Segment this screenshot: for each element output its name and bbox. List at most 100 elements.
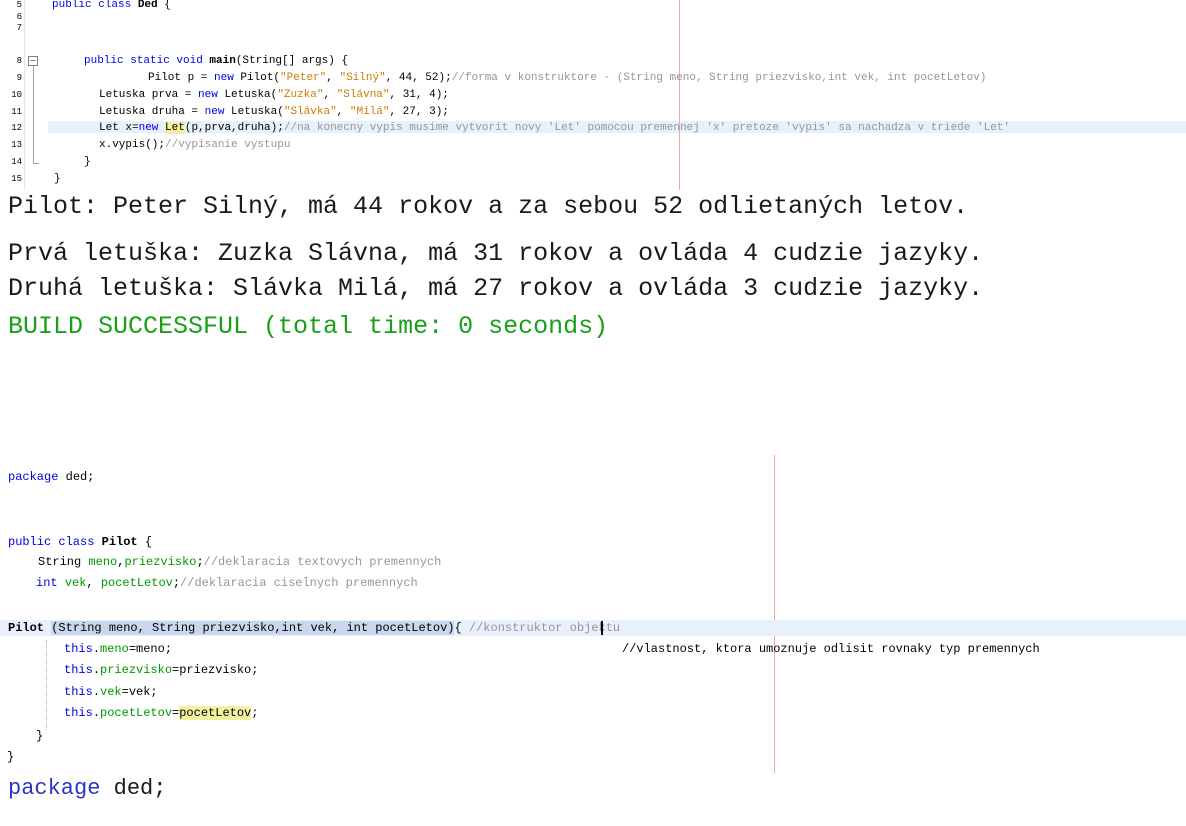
code-line-class-decl[interactable]: public class Pilot { xyxy=(8,535,152,549)
code-line-11[interactable]: Letuska druha = new Letuska("Slávka", "M… xyxy=(99,107,449,118)
selected-signature: (String meno, String priezvisko,int vek,… xyxy=(51,621,455,635)
line-number: 11 xyxy=(11,107,22,117)
line-number: 13 xyxy=(11,140,22,150)
code-text: Pilot( xyxy=(233,72,281,84)
output-line-stewardess-1: Prvá letuška: Zuzka Slávna, má 31 rokov … xyxy=(8,239,984,268)
code-line-constructor[interactable]: Pilot (String meno, String priezvisko,in… xyxy=(8,621,620,635)
field-name: priezvisko xyxy=(100,663,173,677)
code-text: , 31, 4); xyxy=(389,89,449,101)
keyword: new xyxy=(204,106,225,118)
code-line-package[interactable]: package ded; xyxy=(8,470,94,484)
code-text: ded; xyxy=(58,470,95,484)
fold-range-end xyxy=(33,163,39,164)
code-text: String xyxy=(38,555,89,569)
code-line-14[interactable]: } xyxy=(84,157,91,168)
keyword: int xyxy=(36,576,58,590)
text-caret xyxy=(601,621,603,635)
code-line-int-fields[interactable]: int vek, pocetLetov;//deklaracia ciselny… xyxy=(36,576,418,590)
code-text: , xyxy=(336,106,350,118)
line-number: 5 xyxy=(16,0,22,10)
line-number: 15 xyxy=(11,174,22,184)
code-line-8[interactable]: public static void main(String[] args) { xyxy=(84,56,348,67)
code-text: ; xyxy=(172,576,181,590)
code-comment: //forma v konstruktore - (String meno, S… xyxy=(451,72,987,84)
line-number: 10 xyxy=(11,90,22,100)
highlighted-class-ref: Let xyxy=(165,122,185,134)
code-text: , xyxy=(323,89,337,101)
code-text: . xyxy=(92,706,101,720)
code-text: , 44, 52); xyxy=(385,72,452,84)
right-margin-guide xyxy=(679,0,680,190)
code-line-string-fields[interactable]: String meno,priezvisko;//deklaracia text… xyxy=(38,555,441,569)
string-literal: "Silný" xyxy=(339,72,386,84)
keyword: public class xyxy=(8,535,102,549)
code-line-15[interactable]: } xyxy=(54,174,61,185)
code-comment: //deklaracia textovych premennych xyxy=(203,555,442,569)
code-line-assign-pocetletov[interactable]: this.pocetLetov=pocetLetov; xyxy=(64,706,258,720)
right-margin-guide xyxy=(774,455,775,773)
code-text: { xyxy=(137,535,153,549)
string-literal: "Slávka" xyxy=(283,106,337,118)
line-number: 8 xyxy=(16,56,22,66)
fold-range-line xyxy=(33,66,34,164)
line-number: 6 xyxy=(16,12,22,22)
code-text: (String[] args) { xyxy=(235,55,349,67)
code-text: Let x= xyxy=(99,122,139,134)
string-literal: "Milá" xyxy=(349,106,390,118)
code-text: ; xyxy=(196,555,204,569)
line-number: 12 xyxy=(11,123,22,133)
string-literal: "Slávna" xyxy=(336,89,390,101)
code-text: { xyxy=(454,621,462,635)
method-name: main xyxy=(209,55,236,67)
code-text: =meno; xyxy=(128,642,173,656)
keyword: this xyxy=(64,706,93,720)
field-name: pocetLetov xyxy=(100,576,173,590)
code-text: Letuska prva = xyxy=(99,89,199,101)
field-name: priezvisko xyxy=(124,555,197,569)
code-text: , 27, 3); xyxy=(389,106,449,118)
code-line-12[interactable]: Let x=new Let(p,prva,druha);//na konecny… xyxy=(99,122,1010,134)
field-name: meno xyxy=(100,642,129,656)
code-text: =vek; xyxy=(121,685,158,699)
field-name: meno xyxy=(88,555,118,569)
code-text: , xyxy=(86,576,101,590)
code-line-assign-vek[interactable]: this.vek=vek; xyxy=(64,685,158,699)
code-text: } xyxy=(54,173,61,185)
code-text: ded; xyxy=(100,776,167,801)
highlighted-variable: pocetLetov xyxy=(179,706,252,720)
code-line-5[interactable]: public class Ded { xyxy=(52,0,171,11)
line-number-gutter: 5 6 7 8 9 10 11 12 13 14 15 xyxy=(0,0,24,190)
indent-guide xyxy=(46,640,48,730)
fold-toggle-icon[interactable]: − xyxy=(28,56,38,66)
keyword: public static void xyxy=(84,55,210,67)
class-name: Pilot xyxy=(101,535,138,549)
string-literal: "Peter" xyxy=(280,72,327,84)
keyword: this xyxy=(64,663,93,677)
code-line-assign-meno[interactable]: this.meno=meno; xyxy=(64,642,172,656)
code-editor-ded[interactable]: 5 6 7 8 9 10 11 12 13 14 15 − public cla… xyxy=(0,0,1186,190)
field-name: vek xyxy=(64,576,87,590)
code-line-close-constructor[interactable]: } xyxy=(36,729,43,743)
keyword: package xyxy=(8,776,101,801)
code-text: { xyxy=(157,0,171,11)
code-text: Letuska druha = xyxy=(99,106,205,118)
code-line-13[interactable]: x.vypis();//vypisanie vystupu xyxy=(99,140,290,151)
code-text: Letuska( xyxy=(217,89,278,101)
code-snippet-package: package ded; xyxy=(8,776,166,802)
keyword: new xyxy=(214,72,234,84)
keyword: public class xyxy=(52,0,138,11)
build-status: BUILD SUCCESSFUL (total time: 0 seconds) xyxy=(8,312,609,341)
code-line-assign-priezvisko[interactable]: this.priezvisko=priezvisko; xyxy=(64,663,258,677)
field-name: vek xyxy=(100,685,122,699)
constructor-name: Pilot xyxy=(8,621,45,635)
code-line-10[interactable]: Letuska prva = new Letuska("Zuzka", "Slá… xyxy=(99,90,449,101)
code-text: Letuska( xyxy=(224,106,284,118)
code-text: ; xyxy=(251,706,259,720)
code-text: . xyxy=(92,685,101,699)
code-line-close-class[interactable]: } xyxy=(7,750,14,764)
code-text: , xyxy=(326,72,340,84)
code-line-9[interactable]: Pilot p = new Pilot("Peter", "Silný", 44… xyxy=(148,73,986,84)
code-text: x.vypis(); xyxy=(99,139,166,151)
keyword: new xyxy=(198,89,218,101)
